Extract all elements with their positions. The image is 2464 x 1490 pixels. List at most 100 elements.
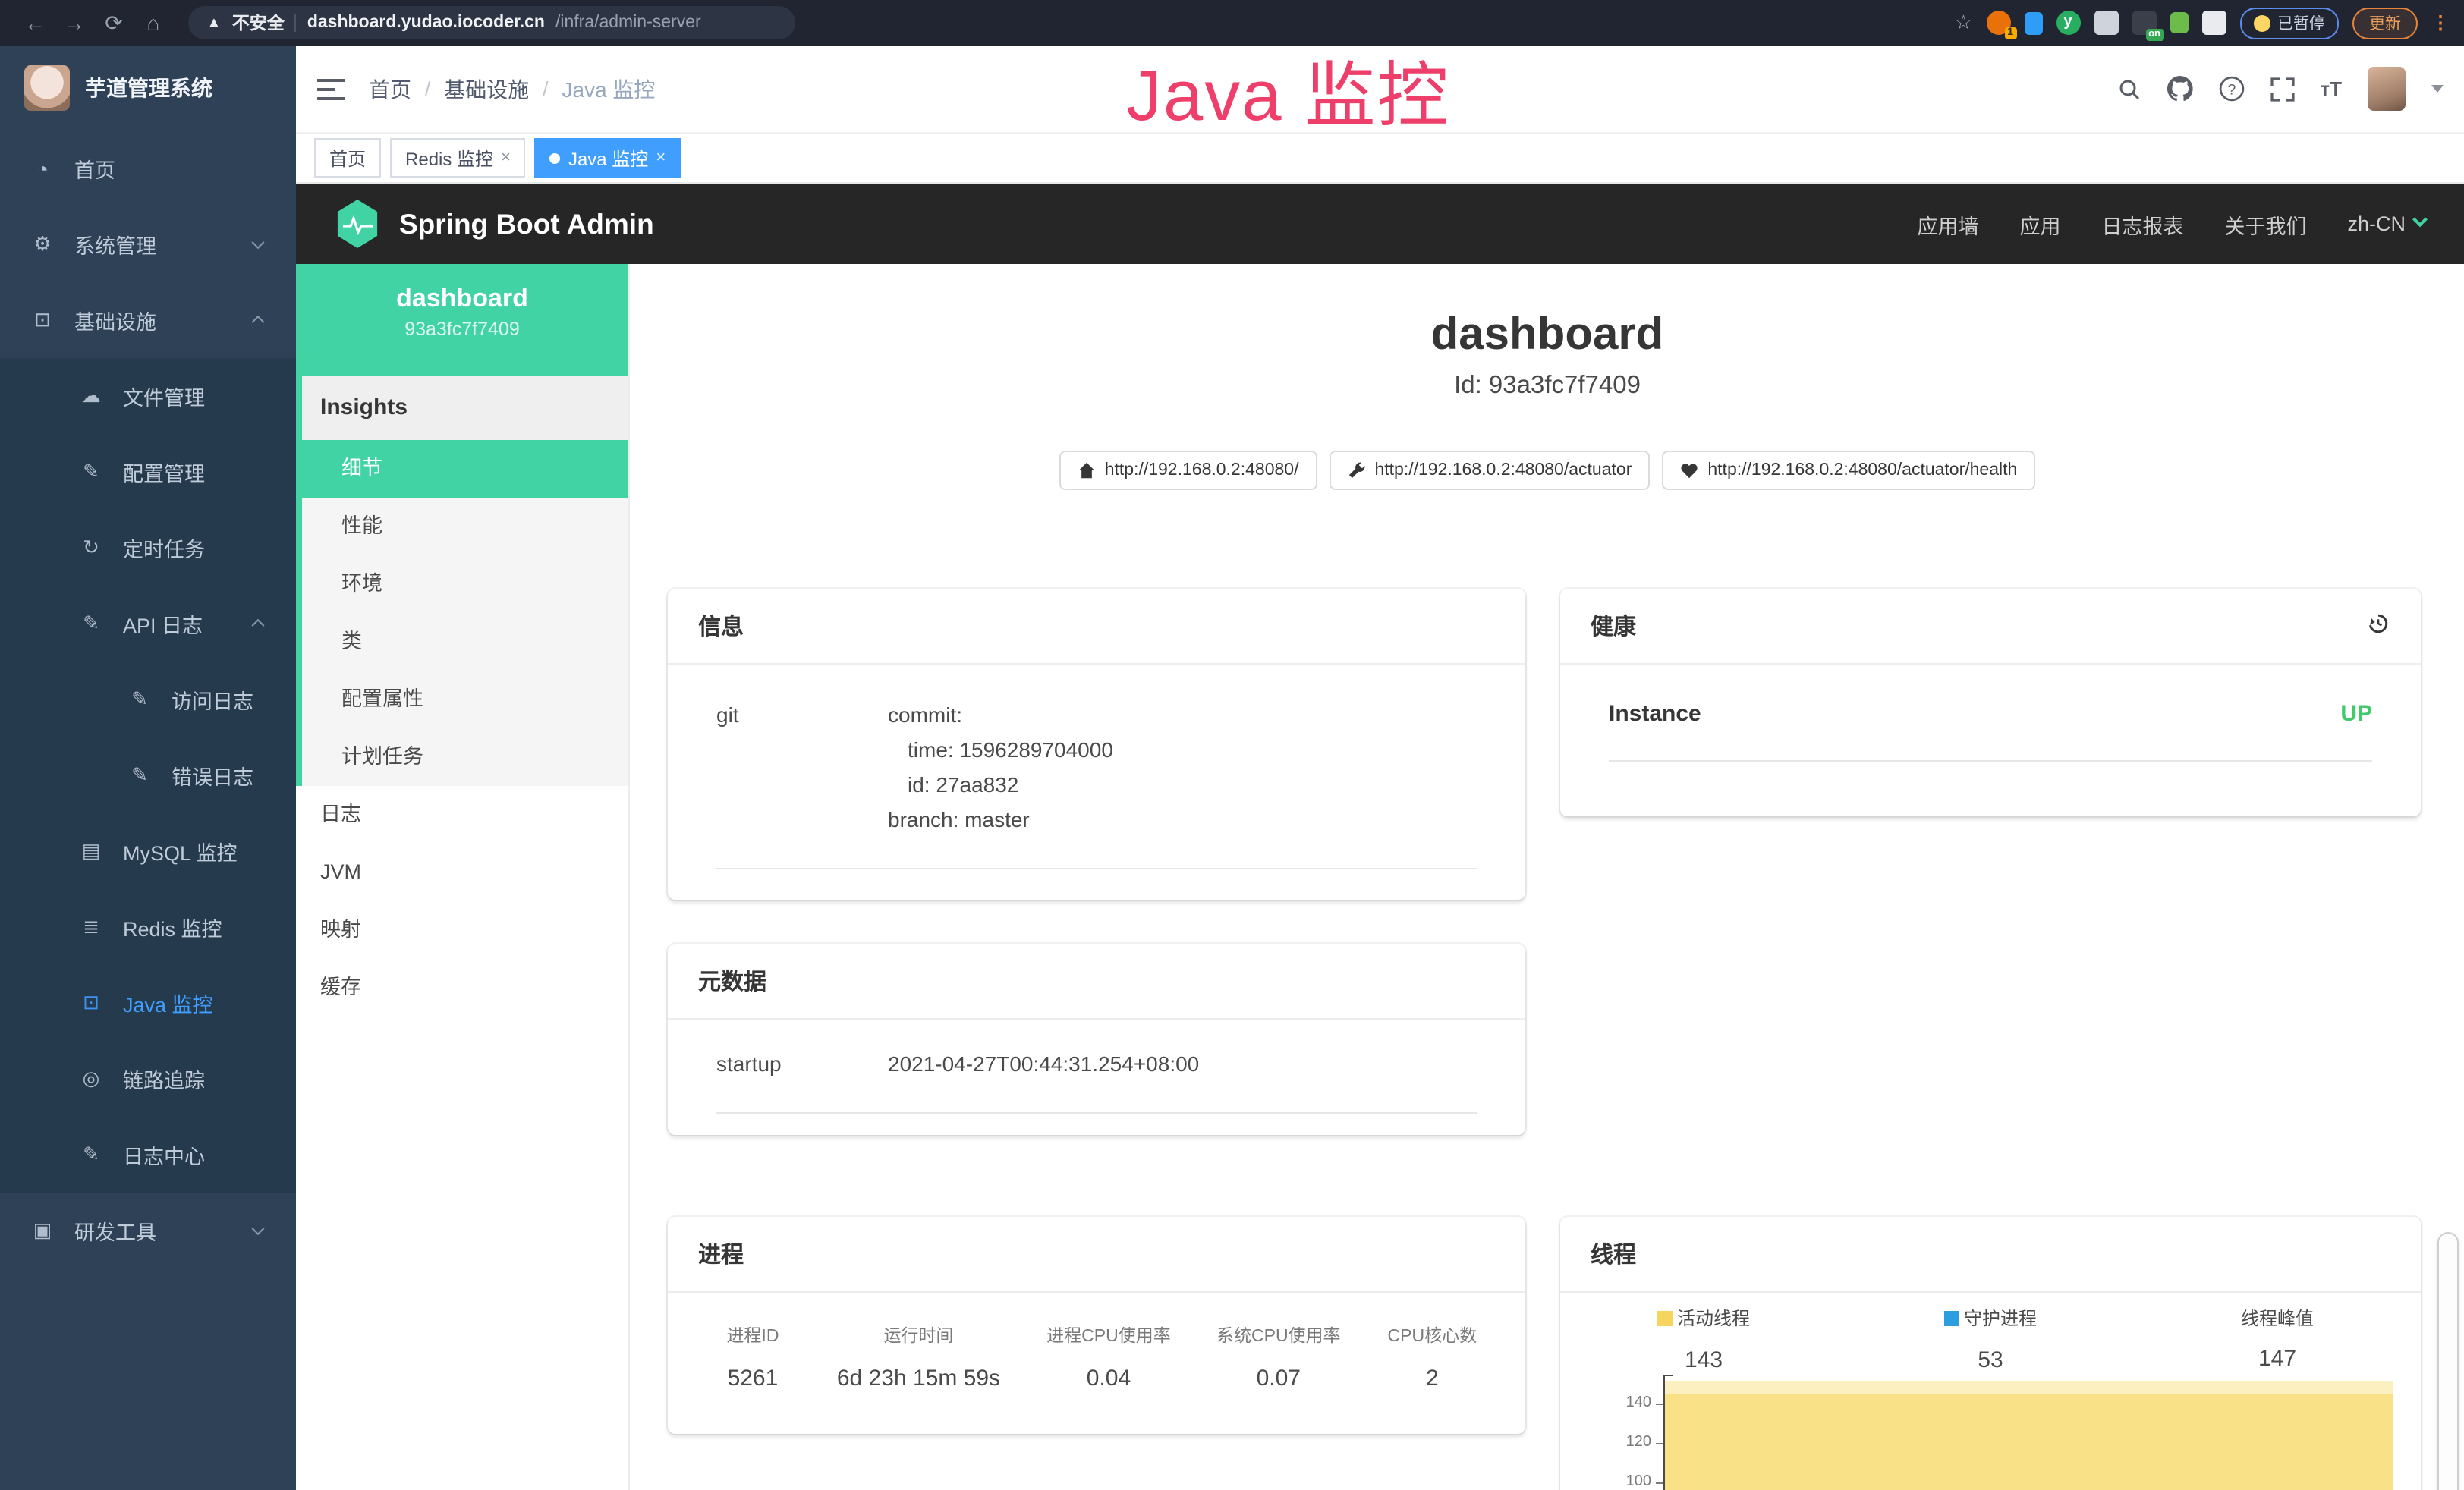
puzzle-extension-icon[interactable] [2201,11,2226,35]
locale-select[interactable]: zh-CN [2347,212,2425,235]
peak-band [1665,1381,2393,1394]
breadcrumb-home[interactable]: 首页 [369,74,411,104]
sidebar-item-redis-monitor[interactable]: ≣ Redis 监控 [0,889,296,965]
health-url-button[interactable]: http://192.168.0.2:48080/actuator/health [1662,451,2035,490]
emoji-face-icon [2253,14,2270,31]
sba-item-metrics[interactable]: 性能 [302,498,628,555]
heart-pulse-icon [1680,461,1698,479]
search-icon[interactable] [2116,77,2141,101]
help-icon[interactable]: ? [2218,76,2244,102]
sba-nav-wallboard[interactable]: 应用墙 [1917,209,1978,239]
sidebar-item-scheduled-jobs[interactable]: ↻ 定时任务 [0,510,296,586]
threads-card: 线程 活动线程 143 守护进程 53 线程峰值 147 [1560,1217,2421,1490]
reload-icon[interactable]: ⟳ [94,0,134,46]
log-edit-icon: ✎ [79,611,103,636]
overlay-annotation: Java 监控 [1126,36,1450,141]
briefcase-icon: ▣ [30,1218,55,1243]
sidebar-item-config-manage[interactable]: ✎ 配置管理 [0,434,296,510]
extension-icon[interactable]: 1 [1986,11,2010,35]
infrastructure-submenu: ☁ 文件管理 ✎ 配置管理 ↻ 定时任务 ✎ API 日志 ✎ 访问日志 ✎ [0,358,296,1193]
sidebar-item-home[interactable]: ◔ 首页 [0,130,296,206]
tab-redis-monitor[interactable]: Redis 监控 × [390,138,526,178]
sidebar-item-access-log[interactable]: ✎ 访问日志 [0,662,296,737]
pin-extension-icon[interactable] [2024,11,2042,34]
collapse-sidebar-icon[interactable] [317,78,345,99]
avatar[interactable] [2368,67,2406,111]
sba-item-logging[interactable]: 日志 [296,786,628,844]
metadata-card: 元数据 startup 2021-04-27T00:44:31.254+08:0… [668,944,1525,1135]
grid-extension-icon[interactable] [2094,11,2118,35]
fullscreen-icon[interactable] [2270,77,2294,101]
sba-item-mappings[interactable]: 映射 [296,901,628,959]
scrollbar-thumb[interactable] [2437,1232,2459,1490]
sidebar-item-log-center[interactable]: ✎ 日志中心 [0,1117,296,1193]
log-edit-icon: ✎ [127,687,152,712]
info-card-body: git commit: time: 1596289704000 id: 27aa… [668,665,1525,891]
instance-label: Instance [1609,701,1701,727]
address-bar[interactable]: ▲ 不安全 dashboard.yudao.iocoder.cn/infra/a… [188,6,795,39]
sba-item-classes[interactable]: 类 [302,613,628,671]
sba-instance-header[interactable]: dashboard 93a3fc7f7409 [296,264,628,376]
breadcrumb-infrastructure[interactable]: 基础设施 [444,74,529,104]
sba-item-jvm[interactable]: JVM [296,844,628,901]
sidebar-item-error-log[interactable]: ✎ 错误日志 [0,737,296,813]
wrench-icon [1347,461,1365,479]
endpoint-links: http://192.168.0.2:48080/ http://192.168… [630,451,2464,490]
sba-brand[interactable]: Spring Boot Admin [399,207,654,240]
sba-nav-journal[interactable]: 日志报表 [2101,209,2183,239]
home-icon[interactable]: ⌂ [134,0,173,46]
active-dot [550,152,561,163]
divider [716,868,1477,869]
bookmark-star-icon[interactable]: ☆ [1955,11,1972,35]
sba-item-details[interactable]: 细节 [302,440,628,498]
sba-item-environment[interactable]: 环境 [302,555,628,613]
sba-nav-about[interactable]: 关于我们 [2224,209,2306,239]
peak-threads-value: 147 [2134,1346,2421,1372]
profile-paused-chip[interactable]: 已暂停 [2239,7,2339,39]
list-extension-icon[interactable]: on [2132,11,2156,35]
back-icon[interactable]: ← [15,0,55,46]
sidebar-item-api-log[interactable]: ✎ API 日志 [0,586,296,662]
chrome-update-button[interactable]: 更新 [2352,7,2418,39]
info-key: git [716,698,888,838]
history-icon[interactable] [2366,611,2390,641]
font-size-icon[interactable]: ᴛT [2320,77,2342,100]
sidebar-item-system[interactable]: ⚙ 系统管理 [0,206,296,282]
process-card-body: 进程ID 运行时间 进程CPU使用率 系统CPU使用率 CPU核心数 5261 … [668,1293,1525,1413]
paused-label: 已暂停 [2277,11,2325,34]
sidebar-item-tracing[interactable]: ◎ 链路追踪 [0,1041,296,1117]
browser-menu-icon[interactable]: ⋮ [2431,12,2450,33]
legend-peak-threads: 线程峰值 147 [2134,1305,2421,1372]
eye-icon: ◎ [79,1067,103,1091]
process-card: 进程 进程ID 运行时间 进程CPU使用率 系统CPU使用率 CPU核心数 52… [668,1217,1525,1434]
leaf-extension-icon[interactable] [2170,12,2188,33]
tab-java-monitor[interactable]: Java 监控 × [535,138,681,178]
github-icon[interactable] [2167,76,2192,102]
close-icon[interactable]: × [501,149,511,167]
user-menu-caret-icon[interactable] [2431,85,2444,93]
sidebar-item-mysql-monitor[interactable]: ▤ MySQL 监控 [0,813,296,889]
tab-home[interactable]: 首页 [314,138,381,178]
actuator-url-button[interactable]: http://192.168.0.2:48080/actuator [1329,451,1650,490]
sidebar-item-java-monitor[interactable]: ⊡ Java 监控 [0,965,296,1041]
forward-icon[interactable]: → [55,0,94,46]
sba-instance-id: 93a3fc7f7409 [296,319,628,340]
y-extension-icon[interactable]: y [2056,11,2080,35]
sidebar-item-dev-tools[interactable]: ▣ 研发工具 [0,1193,296,1268]
close-icon[interactable]: × [656,149,666,167]
dashboard-icon: ◔ [30,157,55,180]
sidebar-item-file-manage[interactable]: ☁ 文件管理 [0,358,296,434]
sba-item-caches[interactable]: 缓存 [296,959,628,1017]
on-badge: on [2145,29,2163,41]
spring-boot-admin-logo-icon[interactable] [335,200,379,248]
url-path: /infra/admin-server [555,14,701,32]
edit-icon: ✎ [79,460,103,484]
system-cpu-value: 0.07 [1194,1366,1364,1391]
sba-item-scheduled-tasks[interactable]: 计划任务 [302,728,628,786]
sba-item-config-props[interactable]: 配置属性 [302,671,628,728]
sidebar-item-infrastructure[interactable]: ⊡ 基础设施 [0,282,296,358]
sba-nav-applications[interactable]: 应用 [2019,209,2060,239]
threads-legend: 活动线程 143 守护进程 53 线程峰值 147 [1560,1305,2421,1372]
log-edit-icon: ✎ [127,763,152,787]
service-url-button[interactable]: http://192.168.0.2:48080/ [1059,451,1317,490]
